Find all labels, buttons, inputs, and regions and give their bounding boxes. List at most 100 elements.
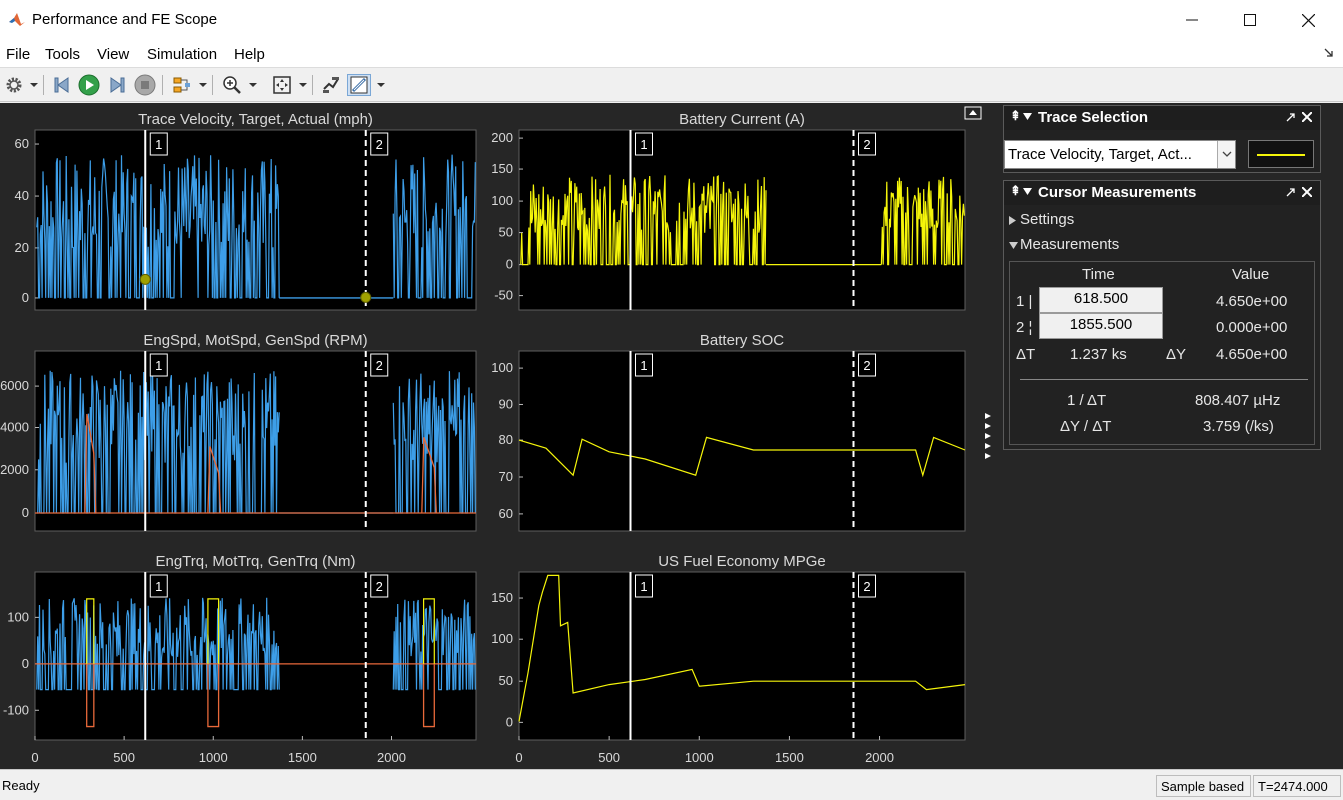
menu-view[interactable]: View xyxy=(97,46,129,63)
zoom-in-button[interactable] xyxy=(220,74,244,96)
ytick-label: 100 xyxy=(491,360,513,375)
measurements-section-toggle[interactable]: Measurements xyxy=(1009,236,1169,256)
plot-title-torques: EngTrq, MotTrq, GenTrq (Nm) xyxy=(155,553,355,570)
ytick-label: -100 xyxy=(3,702,29,717)
cursor-1-label: 1 xyxy=(640,137,647,152)
stop-button[interactable] xyxy=(133,74,157,96)
dropdown-button[interactable] xyxy=(1217,141,1235,168)
settings-label: Settings xyxy=(1020,211,1075,228)
plot-title-fuel-economy: US Fuel Economy MPGe xyxy=(658,553,826,570)
trace-select-dropdown[interactable]: Trace Velocity, Target, Act... xyxy=(1004,140,1236,169)
pin-icon[interactable]: ⇞ xyxy=(1010,183,1021,199)
ytick-label: 150 xyxy=(491,161,513,176)
chevron-down-icon[interactable] xyxy=(199,81,207,89)
cursor-2-label: 2 xyxy=(376,137,383,152)
xtick-label: 1500 xyxy=(775,750,804,765)
ytick-label: 70 xyxy=(499,469,513,484)
settings-button[interactable] xyxy=(2,74,26,96)
ytick-label: 40 xyxy=(15,188,29,203)
cursor1-time-field[interactable]: 618.500 xyxy=(1039,287,1163,313)
signal-selector-button[interactable] xyxy=(319,74,343,96)
ytick-label: 0 xyxy=(22,656,29,671)
run-icon xyxy=(78,74,100,96)
cursor-2-label: 2 xyxy=(863,358,870,373)
menu-help[interactable]: Help xyxy=(234,46,265,63)
undock-icon[interactable] xyxy=(1286,112,1296,122)
cursor-measurements-button[interactable] xyxy=(347,74,371,96)
stop-icon xyxy=(134,74,156,96)
scope-plots[interactable]: Trace Velocity, Target, Actual (mph) 60 40… xyxy=(0,103,996,769)
ytick-label: 2000 xyxy=(0,462,29,477)
expand-arrow-icon xyxy=(985,443,991,449)
chevron-down-icon[interactable] xyxy=(249,81,257,89)
close-icon[interactable] xyxy=(1302,187,1312,197)
cursor-marker xyxy=(360,291,372,303)
menu-tools[interactable]: Tools xyxy=(45,46,80,63)
pin-icon[interactable]: ⇞ xyxy=(1010,108,1021,124)
sample-mode-indicator: Sample based xyxy=(1156,775,1251,797)
close-button[interactable] xyxy=(1279,0,1337,40)
xtick-label: 0 xyxy=(515,750,522,765)
highlight-block-button[interactable] xyxy=(170,74,194,96)
ytick-label: 0 xyxy=(22,290,29,305)
cursor-1-label: 1 xyxy=(155,137,162,152)
delta-t-value: 1.237 ks xyxy=(1070,346,1127,363)
run-button[interactable] xyxy=(77,74,101,96)
collapse-arrow-icon[interactable] xyxy=(1023,188,1032,196)
axes-fuel-economy xyxy=(518,571,966,741)
cursor-2-label: 2 xyxy=(863,137,870,152)
xtick-label: 0 xyxy=(31,750,38,765)
step-forward-button[interactable] xyxy=(105,74,129,96)
line-style-swatch[interactable] xyxy=(1248,140,1314,168)
chevron-down-icon xyxy=(1222,151,1232,157)
inverse-delta-t-value: 808.407 µHz xyxy=(1195,392,1281,409)
matlab-logo-icon xyxy=(8,10,26,28)
xtick-label: 2000 xyxy=(865,750,894,765)
time-column-header: Time xyxy=(1082,266,1115,283)
toolbar-separator xyxy=(212,75,213,95)
close-icon[interactable] xyxy=(1302,112,1312,122)
chevron-down-icon[interactable] xyxy=(30,81,38,89)
undock-arrow-icon[interactable] xyxy=(1324,48,1334,58)
ytick-label: 0 xyxy=(22,505,29,520)
cursor2-time-field[interactable]: 1855.500 xyxy=(1039,313,1163,339)
zoom-in-icon xyxy=(223,76,241,94)
minimize-icon xyxy=(1186,19,1198,21)
ytick-label: 6000 xyxy=(0,378,29,393)
cursor-1-label: 1 xyxy=(640,579,647,594)
xtick-label: 500 xyxy=(598,750,620,765)
close-icon xyxy=(1301,13,1315,27)
collapse-arrow-icon[interactable] xyxy=(1023,113,1032,121)
trace-selection-panel: ⇞ Trace Selection Trace Velocity, Target… xyxy=(1003,105,1321,173)
xtick-label: 1000 xyxy=(199,750,228,765)
line-color-sample xyxy=(1257,154,1305,156)
menu-bar: File Tools View Simulation Help xyxy=(0,40,1343,68)
undock-icon[interactable] xyxy=(1286,187,1296,197)
maximize-button[interactable] xyxy=(1221,0,1279,40)
xtick-label: 2000 xyxy=(377,750,406,765)
minimize-button[interactable] xyxy=(1163,0,1221,40)
expand-arrow-icon xyxy=(985,453,991,459)
cursor1-value: 4.650e+00 xyxy=(1216,293,1288,310)
step-back-button[interactable] xyxy=(50,74,74,96)
ytick-label: 100 xyxy=(7,609,29,624)
cursor-2-label: 2 xyxy=(376,579,383,594)
simulation-time-indicator: T=2474.000 xyxy=(1253,775,1341,797)
ytick-label: 60 xyxy=(15,136,29,151)
settings-section-toggle[interactable]: Settings xyxy=(1009,211,1129,231)
step-forward-icon xyxy=(110,77,125,93)
chevron-down-icon[interactable] xyxy=(299,81,307,89)
plot-title-speeds: EngSpd, MotSpd, GenSpd (RPM) xyxy=(143,332,367,349)
expand-arrow-icon xyxy=(985,413,991,419)
ytick-label: 50 xyxy=(499,225,513,240)
menu-file[interactable]: File xyxy=(6,46,30,63)
cursor2-value: 0.000e+00 xyxy=(1216,319,1288,336)
ytick-label: 200 xyxy=(491,130,513,145)
zoom-fit-button[interactable] xyxy=(270,74,294,96)
xtick-label: 1500 xyxy=(288,750,317,765)
chevron-down-icon[interactable] xyxy=(377,81,385,89)
menu-simulation[interactable]: Simulation xyxy=(147,46,217,63)
cursor-measurements-icon xyxy=(350,76,368,94)
toolbar-separator xyxy=(162,75,163,95)
ytick-label: 60 xyxy=(499,506,513,521)
